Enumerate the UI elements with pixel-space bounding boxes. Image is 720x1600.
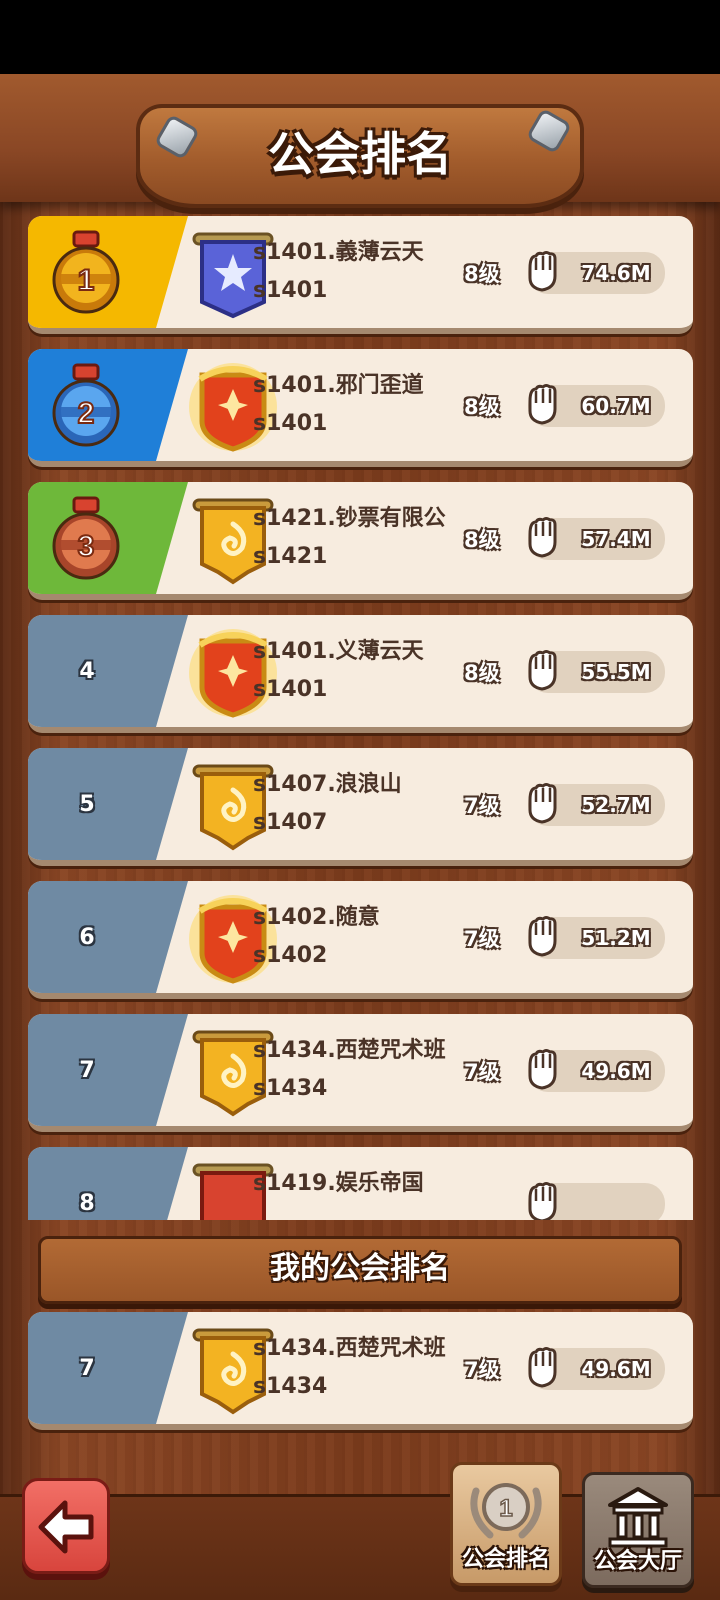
guild-row[interactable]: 4 s1401.义薄云天 s1401 8级 55.5M xyxy=(28,615,693,733)
rank-medal: 2 xyxy=(50,363,122,449)
my-guild-header: 我的公会排名 xyxy=(38,1236,682,1304)
power-pill: 57.4M xyxy=(528,517,665,560)
power-pill: 52.7M xyxy=(528,783,665,826)
power-pill: 51.2M xyxy=(528,916,665,959)
tab-guild-hall[interactable]: 公会大厅 xyxy=(582,1472,694,1588)
guild-name: s1434.西楚咒术班 xyxy=(253,1038,446,1063)
tab-guild-ranking[interactable]: 1 公会排名 xyxy=(450,1462,562,1586)
my-guild-row[interactable]: 7 s1434.西楚咒术班 s1434 7级 49.6M xyxy=(28,1312,693,1430)
rank-3-medal-icon: 3 xyxy=(52,496,120,580)
guild-name: s1401.义薄云天 xyxy=(253,639,424,664)
page-title: 公会排名 xyxy=(268,127,452,181)
fist-power-icon xyxy=(528,251,557,292)
tab-guild-ranking-label: 公会排名 xyxy=(461,1547,550,1572)
fist-power-icon xyxy=(528,1347,557,1388)
power-pill: 49.6M xyxy=(528,1049,665,1092)
fist-icon-wrap xyxy=(522,780,562,828)
guild-name: s1401.邪门歪道 xyxy=(253,373,424,398)
guild-row[interactable]: 6 s1402.随意 s1402 7级 51.2M xyxy=(28,881,693,999)
rank-medal: 3 xyxy=(50,496,122,582)
guild-power: 49.6M xyxy=(581,1357,651,1381)
guild-row[interactable]: 1 s1401.義薄云天 s1401 8级 74.6M xyxy=(28,216,693,334)
fist-icon-wrap xyxy=(522,381,562,429)
guild-server: s1401 xyxy=(253,278,328,303)
fist-icon-wrap xyxy=(522,248,562,296)
rank-number: 8 xyxy=(79,1190,95,1216)
guild-power: 49.6M xyxy=(581,1059,651,1083)
power-pill: 55.5M xyxy=(528,650,665,693)
fist-icon-wrap xyxy=(522,514,562,562)
guild-server: s1402 xyxy=(253,943,328,968)
power-pill: 74.6M xyxy=(528,251,665,294)
rank-2-medal-icon: 2 xyxy=(52,363,120,447)
rank-1-medal-icon: 1 xyxy=(52,230,120,314)
fist-icon-wrap xyxy=(522,1344,562,1392)
svg-text:1: 1 xyxy=(78,264,95,297)
guild-level: 8级 xyxy=(464,262,500,286)
fist-power-icon xyxy=(528,517,557,558)
guild-row[interactable]: 7 s1434.西楚咒术班 s1434 7级 49.6M xyxy=(28,1014,693,1132)
rank-number: 4 xyxy=(79,658,95,684)
back-arrow-icon xyxy=(38,1500,94,1554)
guild-level: 7级 xyxy=(464,1060,500,1084)
guild-power: 52.7M xyxy=(581,793,651,817)
rank-number: 6 xyxy=(79,924,95,950)
guild-row[interactable]: 3 s1421.钞票有限公 s1421 8级 57.4M xyxy=(28,482,693,600)
rank-number: 7 xyxy=(79,1057,95,1083)
guild-ranking-list[interactable]: 1 s1401.義薄云天 s1401 8级 74.6M 2 s1401.邪门歪道 s1401 8… xyxy=(0,216,720,1220)
guild-name: s1407.浪浪山 xyxy=(253,772,402,797)
guild-server: s1434 xyxy=(253,1076,328,1101)
fist-icon-wrap xyxy=(522,1179,562,1220)
fist-icon-wrap xyxy=(522,913,562,961)
fist-power-icon xyxy=(528,1182,557,1220)
guild-server: s1421 xyxy=(253,544,328,569)
fist-power-icon xyxy=(528,384,557,425)
guild-level: 8级 xyxy=(464,528,500,552)
guild-level: 7级 xyxy=(464,794,500,818)
fist-power-icon xyxy=(528,650,557,691)
guild-server: s1407 xyxy=(253,810,328,835)
guild-name: s1419.娱乐帝国 xyxy=(253,1171,424,1196)
guild-server: s1401 xyxy=(253,411,328,436)
svg-text:3: 3 xyxy=(78,530,95,563)
svg-text:2: 2 xyxy=(78,397,95,430)
guild-power: 51.2M xyxy=(581,926,651,950)
guild-level: 8级 xyxy=(464,395,500,419)
guild-name: s1434.西楚咒术班 xyxy=(253,1336,446,1361)
power-pill: 60.7M xyxy=(528,384,665,427)
fist-icon-wrap xyxy=(522,647,562,695)
back-button[interactable] xyxy=(22,1478,110,1574)
fist-power-icon xyxy=(528,783,557,824)
guild-server: s1434 xyxy=(253,1374,328,1399)
tab-guild-hall-label: 公会大厅 xyxy=(593,1549,682,1574)
guild-level: 7级 xyxy=(464,927,500,951)
status-bar xyxy=(0,0,720,74)
guild-server: s1401 xyxy=(253,677,328,702)
guild-power xyxy=(568,1183,664,1220)
power-pill: 49.6M xyxy=(528,1347,665,1390)
fist-power-icon xyxy=(528,916,557,957)
rank-medal: 1 xyxy=(50,230,122,316)
ranking-badge: 1 xyxy=(499,1495,512,1522)
guild-level: 7级 xyxy=(464,1358,500,1382)
guild-row[interactable]: 5 s1407.浪浪山 s1407 7级 52.7M xyxy=(28,748,693,866)
guild-name: s1421.钞票有限公 xyxy=(253,506,446,531)
guild-level: 8级 xyxy=(464,661,500,685)
guild-name: s1402.随意 xyxy=(253,905,380,930)
guild-name: s1401.義薄云天 xyxy=(253,240,424,265)
power-pill xyxy=(528,1182,665,1220)
guild-power: 55.5M xyxy=(581,660,651,684)
fist-power-icon xyxy=(528,1049,557,1090)
guild-power: 60.7M xyxy=(581,394,651,418)
rank-number: 7 xyxy=(79,1355,95,1381)
guild-power: 57.4M xyxy=(581,527,651,551)
guild-row[interactable]: 2 s1401.邪门歪道 s1401 8级 60.7M xyxy=(28,349,693,467)
fist-icon-wrap xyxy=(522,1046,562,1094)
guild-power: 74.6M xyxy=(581,261,651,285)
rank-number: 5 xyxy=(79,791,95,817)
laurel-medal-icon: 1 xyxy=(470,1483,542,1539)
guild-row[interactable]: 8 s1419.娱乐帝国 xyxy=(28,1147,693,1220)
